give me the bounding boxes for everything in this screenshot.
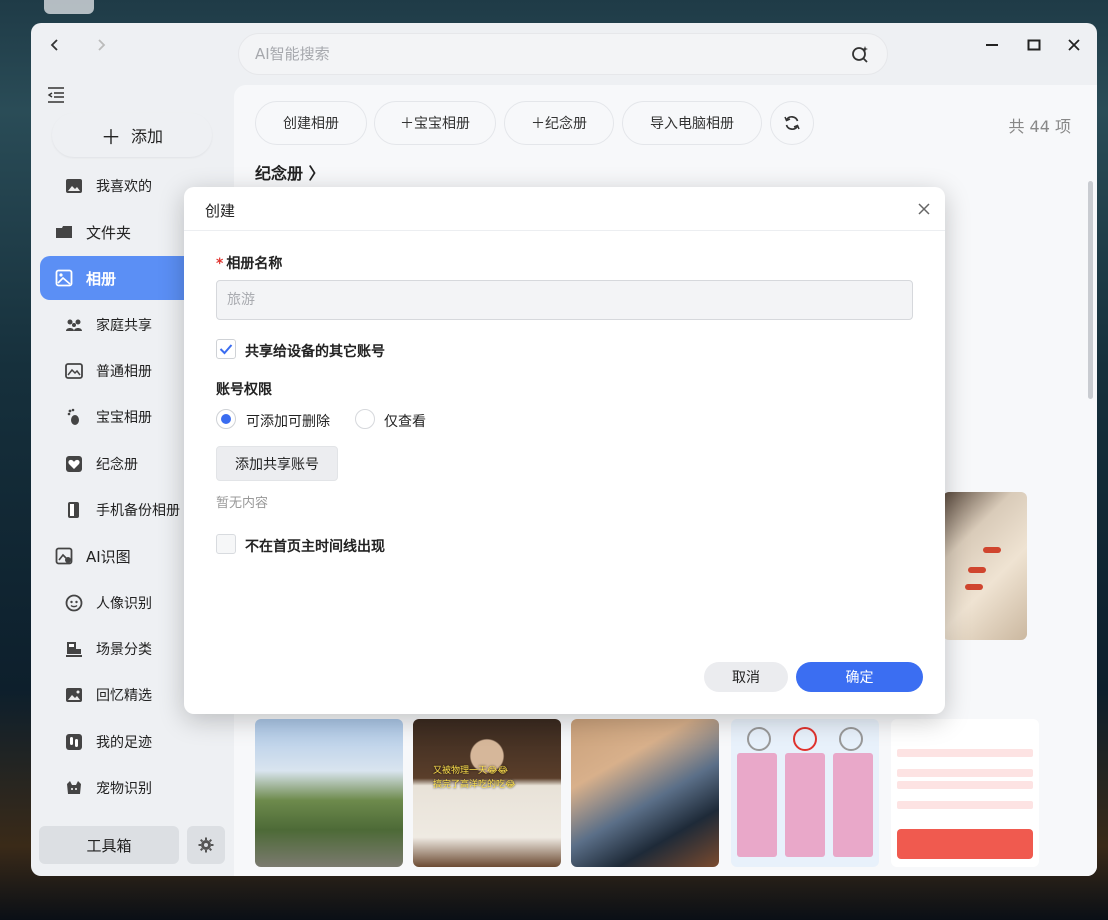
album-name-text: 相册名称 xyxy=(226,256,283,272)
sidebar-item-pet-recognition[interactable]: 宠物识别 xyxy=(40,766,234,810)
sidebar-item-label: 宝宝相册 xyxy=(96,410,152,426)
sidebar-item-label: 人像识别 xyxy=(96,596,152,612)
background-window-tab xyxy=(44,0,94,14)
sidebar-item-label: 纪念册 xyxy=(96,457,138,473)
search-input[interactable] xyxy=(255,45,849,63)
scene-icon xyxy=(64,639,84,659)
footprint-icon xyxy=(64,407,84,427)
close-icon xyxy=(918,203,930,215)
face-icon xyxy=(64,593,84,613)
share-checkbox[interactable] xyxy=(216,339,236,359)
sidebar-item-label: 文件夹 xyxy=(86,223,132,242)
dialog-close-button[interactable] xyxy=(917,201,933,217)
permission-radio-view[interactable] xyxy=(355,409,375,429)
close-icon xyxy=(1068,39,1080,51)
memorial-button[interactable]: ＋纪念册 xyxy=(504,101,614,145)
permission-full-label: 可添加可删除 xyxy=(246,414,330,430)
timeline-label: 不在首页主时间线出现 xyxy=(245,539,385,555)
cancel-label: 取消 xyxy=(732,670,760,686)
sidebar-item-label: 相册 xyxy=(86,269,117,288)
permission-label: 账号权限 xyxy=(216,382,272,398)
baby-album-label: ＋宝宝相册 xyxy=(400,116,470,132)
create-album-label: 创建相册 xyxy=(283,116,339,132)
pet-icon xyxy=(64,778,84,798)
add-button[interactable]: ＋ 添加 xyxy=(52,113,212,157)
ai-search-icon[interactable] xyxy=(849,43,871,65)
timeline-checkbox[interactable] xyxy=(216,534,236,554)
baby-album-button[interactable]: ＋宝宝相册 xyxy=(374,101,496,145)
add-share-account-button[interactable]: 添加共享账号 xyxy=(216,446,338,481)
photo-thumbnail[interactable] xyxy=(891,719,1039,867)
required-mark: * xyxy=(216,256,224,272)
photo-thumbnail[interactable] xyxy=(943,492,1027,640)
sidebar-collapse-icon[interactable] xyxy=(45,84,67,106)
sidebar-item-label: 场景分类 xyxy=(96,642,152,658)
heart-icon xyxy=(64,454,84,474)
chevron-right-icon xyxy=(98,39,106,51)
confirm-button[interactable]: 确定 xyxy=(796,662,923,692)
phone-backup-icon xyxy=(64,500,84,520)
total-count: 共 44 项 xyxy=(1008,117,1071,136)
refresh-button[interactable] xyxy=(770,101,814,145)
plus-icon: ＋ xyxy=(100,124,121,149)
refresh-icon xyxy=(784,116,800,130)
toolbox-button[interactable]: 工具箱 xyxy=(39,826,179,864)
sidebar-item-label: 我喜欢的 xyxy=(96,179,152,195)
settings-button[interactable] xyxy=(187,826,225,864)
maximize-button[interactable] xyxy=(1021,33,1047,57)
section-title[interactable]: 纪念册 〉 xyxy=(255,160,325,184)
create-album-dialog: 创建 *相册名称 共享给设备的其它账号 账号权限 可添加可删除 仅查看 添加共享… xyxy=(184,187,945,714)
import-pc-label: 导入电脑相册 xyxy=(650,116,734,132)
photo-thumbnail[interactable] xyxy=(255,719,403,867)
empty-note: 暂无内容 xyxy=(216,496,269,511)
dialog-divider xyxy=(184,230,945,231)
sidebar-item-label: 家庭共享 xyxy=(96,318,152,334)
permission-radio-full[interactable] xyxy=(216,409,236,429)
toolbox-label: 工具箱 xyxy=(86,836,132,855)
image-icon xyxy=(64,176,84,196)
sidebar-item-label: 宠物识别 xyxy=(96,781,152,797)
dialog-title: 创建 xyxy=(205,202,236,220)
album-icon xyxy=(54,268,74,288)
minimize-button[interactable] xyxy=(979,33,1005,57)
maximize-icon xyxy=(1027,39,1041,51)
share-label: 共享给设备的其它账号 xyxy=(245,344,385,360)
photo-thumbnail[interactable]: 又被物理一天😂😂 搞完了高洋吃的吃😂 xyxy=(413,719,561,867)
gear-icon xyxy=(198,837,214,853)
sidebar-item-label: 普通相册 xyxy=(96,364,152,380)
memory-icon xyxy=(64,685,84,705)
sidebar-item-label: 回忆精选 xyxy=(96,688,152,704)
close-window-button[interactable] xyxy=(1061,33,1087,57)
create-album-button[interactable]: 创建相册 xyxy=(255,101,367,145)
footsteps-icon xyxy=(64,732,84,752)
sidebar-item-label: AI识图 xyxy=(86,547,131,566)
album-name-input[interactable] xyxy=(216,280,913,320)
cancel-button[interactable]: 取消 xyxy=(704,662,788,692)
search-bar[interactable] xyxy=(238,33,888,75)
add-share-account-label: 添加共享账号 xyxy=(235,456,319,473)
folder-icon xyxy=(54,222,74,242)
confirm-label: 确定 xyxy=(845,670,874,686)
add-label: 添加 xyxy=(130,127,163,146)
minimize-icon xyxy=(986,44,998,46)
scrollbar[interactable] xyxy=(1088,181,1093,399)
back-button[interactable] xyxy=(43,33,67,57)
photo-caption: 又被物理一天😂😂 搞完了高洋吃的吃😂 xyxy=(433,766,516,790)
sidebar-item-footprints[interactable]: 我的足迹 xyxy=(40,720,234,764)
photo-thumbnail[interactable] xyxy=(571,719,719,867)
permission-view-label: 仅查看 xyxy=(384,414,426,430)
sidebar-item-label: 我的足迹 xyxy=(96,735,152,751)
photo-icon xyxy=(64,361,84,381)
chevron-left-icon xyxy=(50,39,58,51)
ai-image-icon xyxy=(54,546,74,566)
forward-button[interactable] xyxy=(89,33,113,57)
sidebar-item-label: 手机备份相册 xyxy=(96,503,180,519)
checkmark-icon xyxy=(219,344,233,355)
import-pc-album-button[interactable]: 导入电脑相册 xyxy=(622,101,762,145)
photo-thumbnail[interactable] xyxy=(731,719,879,867)
album-name-label: * 相册名称 xyxy=(216,253,282,273)
family-icon xyxy=(64,315,84,335)
memorial-label: ＋纪念册 xyxy=(531,116,587,132)
